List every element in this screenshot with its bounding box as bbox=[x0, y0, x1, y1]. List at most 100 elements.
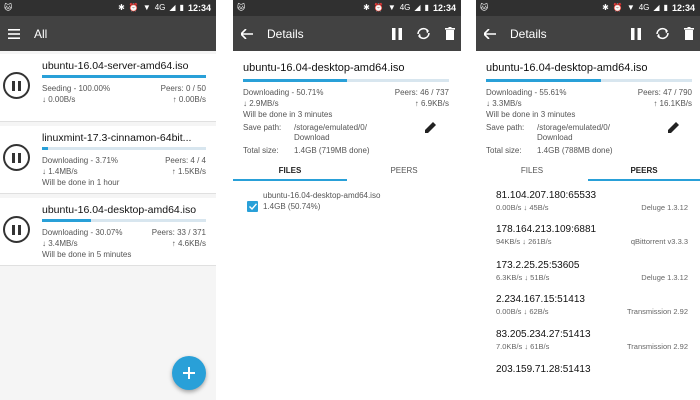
progress-bar bbox=[243, 79, 449, 82]
total-size-label: Total size: bbox=[243, 146, 279, 155]
peer-speed: 0.00B/s ↓ 62B/s bbox=[496, 307, 549, 316]
tab-bar: FILES PEERS bbox=[476, 161, 700, 181]
network-type: 4G bbox=[154, 3, 166, 12]
peer-speed: 7.0KB/s ↓ 61B/s bbox=[496, 342, 550, 351]
peer-speed: 6.3KB/s ↓ 51B/s bbox=[496, 273, 550, 282]
status-bar: 🐱 ✱ ⏰ ▼ 4G ◢ ▮ 12:34 bbox=[233, 0, 461, 16]
checkmark-icon bbox=[248, 203, 257, 210]
pause-icon[interactable] bbox=[631, 27, 641, 40]
tab-peers[interactable]: PEERS bbox=[588, 161, 700, 181]
peer-row: 2.234.167.15:51413 0.00B/s ↓ 62B/s Transm… bbox=[496, 294, 688, 316]
cat-icon: 🐱 bbox=[4, 3, 13, 12]
alarm-icon: ⏰ bbox=[612, 3, 623, 12]
refresh-icon[interactable] bbox=[416, 27, 431, 40]
refresh-icon[interactable] bbox=[655, 27, 670, 40]
torrent-peers: Peers: 33 / 371 bbox=[151, 228, 206, 237]
peer-speed: 94KB/s ↓ 261B/s bbox=[496, 237, 552, 246]
upload-speed: ↑ 16.1KB/s bbox=[653, 99, 692, 108]
pause-button[interactable] bbox=[3, 144, 30, 171]
file-checkbox[interactable] bbox=[247, 201, 258, 212]
tab-bar: FILES PEERS bbox=[233, 161, 461, 181]
torrent-eta: Will be done in 3 minutes bbox=[486, 110, 576, 119]
battery-icon: ▮ bbox=[663, 3, 668, 12]
save-path-value: /storage/emulated/0/ Download bbox=[537, 123, 610, 142]
pause-icon[interactable] bbox=[392, 27, 402, 40]
tab-files[interactable]: FILES bbox=[476, 161, 588, 181]
battery-icon: ▮ bbox=[424, 3, 429, 12]
save-path-value: /storage/emulated/0/ Download bbox=[294, 123, 367, 142]
torrent-name: ubuntu-16.04-desktop-amd64.iso bbox=[243, 62, 405, 74]
download-speed: ↓ 3.4MB/s bbox=[42, 239, 78, 248]
torrent-peers: Peers: 4 / 4 bbox=[165, 156, 206, 165]
download-speed: ↓ 2.9MB/s bbox=[243, 99, 279, 108]
peer-speed: 0.00B/s ↓ 45B/s bbox=[496, 203, 549, 212]
total-size-label: Total size: bbox=[486, 146, 522, 155]
signal-icon: ◢ bbox=[169, 3, 176, 12]
cat-icon: 🐱 bbox=[480, 3, 489, 12]
delete-icon[interactable] bbox=[445, 27, 455, 40]
peer-address: 173.2.25.25:53605 bbox=[496, 260, 580, 271]
pause-button[interactable] bbox=[3, 72, 30, 99]
page-title: Details bbox=[510, 26, 547, 41]
details-peers-screen: 🐱 ✱ ⏰ ▼ 4G ◢ ▮ 12:34 Details ubuntu-16.0… bbox=[476, 0, 700, 400]
alarm-icon: ⏰ bbox=[128, 3, 139, 12]
download-speed: ↓ 3.3MB/s bbox=[486, 99, 522, 108]
back-arrow-icon[interactable] bbox=[241, 28, 253, 39]
torrent-eta: Will be done in 1 hour bbox=[42, 178, 120, 187]
pause-icon bbox=[12, 152, 21, 163]
network-type: 4G bbox=[399, 3, 411, 12]
peer-address: 203.159.71.28:51413 bbox=[496, 364, 591, 375]
torrent-peers: Peers: 46 / 737 bbox=[394, 88, 449, 97]
wifi-icon: ▼ bbox=[626, 3, 635, 12]
cat-icon: 🐱 bbox=[237, 3, 246, 12]
download-speed: ↓ 0.00B/s bbox=[42, 95, 76, 104]
peer-row: 203.159.71.28:51413 bbox=[496, 364, 688, 377]
torrent-status: Downloading - 50.71% bbox=[243, 88, 324, 97]
total-size-value: 1.4GB (788MB done) bbox=[537, 146, 613, 155]
progress-bar bbox=[42, 75, 206, 78]
torrent-eta: Will be done in 5 minutes bbox=[42, 250, 132, 259]
file-size: 1.4GB (50.74%) bbox=[263, 202, 321, 211]
delete-icon[interactable] bbox=[684, 27, 694, 40]
torrent-name: ubuntu-16.04-desktop-amd64.iso bbox=[42, 204, 197, 216]
pause-button[interactable] bbox=[3, 216, 30, 243]
edit-pencil-icon[interactable] bbox=[668, 120, 680, 138]
torrent-item[interactable]: ubuntu-16.04-server-amd64.iso Seeding - … bbox=[0, 54, 216, 122]
torrent-name: ubuntu-16.04-server-amd64.iso bbox=[42, 60, 189, 72]
total-size-value: 1.4GB (719MB done) bbox=[294, 146, 370, 155]
upload-speed: ↑ 4.6KB/s bbox=[171, 239, 206, 248]
torrent-status: Downloading - 30.07% bbox=[42, 228, 123, 237]
peer-client: Deluge 1.3.12 bbox=[641, 273, 688, 282]
torrent-name: linuxmint-17.3-cinnamon-64bit... bbox=[42, 132, 192, 144]
torrent-status: Downloading - 3.71% bbox=[42, 156, 119, 165]
progress-bar bbox=[42, 147, 206, 150]
plus-icon bbox=[183, 367, 195, 379]
tab-peers[interactable]: PEERS bbox=[347, 161, 461, 181]
upload-speed: ↑ 0.00B/s bbox=[172, 95, 206, 104]
alarm-icon: ⏰ bbox=[373, 3, 384, 12]
peer-row: 173.2.25.25:53605 6.3KB/s ↓ 51B/s Deluge … bbox=[496, 260, 688, 282]
clock: 12:34 bbox=[432, 3, 456, 13]
status-bar: 🐱 ✱ ⏰ ▼ 4G ◢ ▮ 12:34 bbox=[476, 0, 700, 16]
torrent-name: ubuntu-16.04-desktop-amd64.iso bbox=[486, 62, 648, 74]
tab-files[interactable]: FILES bbox=[233, 161, 347, 181]
add-torrent-button[interactable] bbox=[172, 356, 206, 390]
page-title: Details bbox=[267, 26, 304, 41]
app-bar: Details bbox=[233, 16, 461, 51]
back-arrow-icon[interactable] bbox=[484, 28, 496, 39]
edit-pencil-icon[interactable] bbox=[425, 120, 437, 138]
wifi-icon: ▼ bbox=[142, 3, 151, 12]
torrent-item[interactable]: linuxmint-17.3-cinnamon-64bit... Downloa… bbox=[0, 126, 216, 194]
menu-icon[interactable] bbox=[8, 28, 20, 39]
peer-address: 2.234.167.15:51413 bbox=[496, 294, 585, 305]
status-bar: 🐱 ✱ ⏰ ▼ 4G ◢ ▮ 12:34 bbox=[0, 0, 216, 16]
clock: 12:34 bbox=[187, 3, 211, 13]
progress-bar bbox=[486, 79, 692, 82]
app-bar: Details bbox=[476, 16, 700, 51]
peer-client: Deluge 1.3.12 bbox=[641, 203, 688, 212]
app-bar: All bbox=[0, 16, 216, 51]
bluetooth-icon: ✱ bbox=[118, 3, 125, 12]
torrent-item[interactable]: ubuntu-16.04-desktop-amd64.iso Downloadi… bbox=[0, 198, 216, 266]
peer-client: Transmission 2.92 bbox=[627, 307, 688, 316]
peer-row: 83.205.234.27:51413 7.0KB/s ↓ 61B/s Trans… bbox=[496, 329, 688, 351]
